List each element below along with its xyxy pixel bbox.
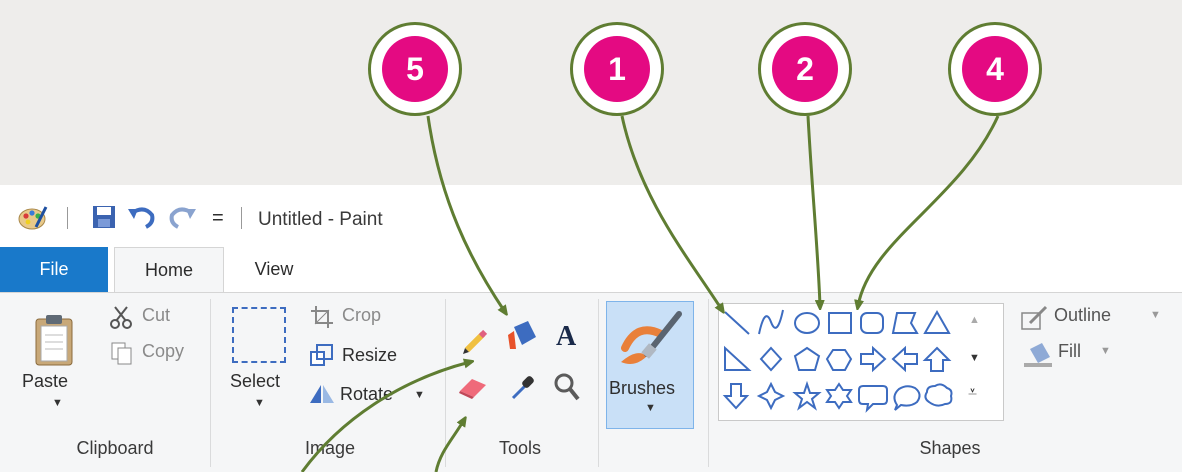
fill-button[interactable]: Fill [1058,341,1081,362]
five-point-star-shape [792,380,822,411]
group-label-tools: Tools [498,438,542,458]
callout-number: 4 [962,36,1028,102]
fill-icon[interactable] [1024,341,1052,367]
cut-icon[interactable] [110,305,132,329]
select-button[interactable]: Select [230,371,280,392]
hexagon-shape [825,349,853,371]
six-point-star-shape [825,382,853,410]
cloud-callout-shape [924,383,953,407]
group-separator [598,299,599,467]
paste-icon[interactable] [34,313,74,367]
four-point-star-shape [756,381,786,411]
outline-icon[interactable] [1020,305,1050,331]
left-arrow-shape [891,345,918,373]
ribbon-home: Paste ▼ Cut Copy Clipboard Select ▼ Crop [0,292,1182,472]
shapes-scroll-down[interactable]: ▼ [969,352,980,364]
qat-customize-button[interactable]: = [212,207,224,230]
qat-separator [67,207,68,229]
title-bar: = Untitled - Paint [0,185,1182,247]
callout-1: 1 [570,22,664,116]
curve-shape [758,309,784,335]
crop-icon[interactable] [310,305,334,329]
cut-button[interactable]: Cut [142,305,170,326]
paste-button[interactable]: Paste [22,371,68,392]
paint-window: = Untitled - Paint File Home View Paste … [0,185,1182,472]
oval-shape [794,312,820,334]
outline-button[interactable]: Outline [1054,305,1111,326]
group-label-clipboard: Clipboard [76,438,154,458]
tab-home[interactable]: Home [114,247,224,292]
oval-callout-shape [893,385,921,411]
diamond-shape [759,346,783,372]
paste-dropdown[interactable]: ▼ [52,397,63,409]
rotate-dropdown[interactable]: ▼ [414,389,425,401]
tab-view[interactable]: View [236,247,312,292]
select-dropdown[interactable]: ▼ [254,397,265,409]
right-arrow-shape [860,345,887,373]
magnifier-icon[interactable] [554,373,580,401]
redo-icon[interactable] [168,205,196,229]
outline-dropdown[interactable]: ▼ [1150,309,1161,321]
undo-icon[interactable] [128,205,156,229]
brushes-dropdown[interactable]: ▼ [645,402,656,414]
group-label-shapes: Shapes [919,438,981,458]
text-icon[interactable]: A [556,321,576,353]
callout-number: 5 [382,36,448,102]
select-icon[interactable] [232,307,286,363]
copy-button[interactable]: Copy [142,341,184,362]
brushes-button[interactable]: Brushes ▼ [606,301,694,429]
triangle-shape [923,309,951,334]
rotate-icon[interactable] [308,381,336,405]
copy-icon[interactable] [110,341,134,365]
ribbon-tabs: File Home View [0,247,1182,292]
brush-icon [621,311,682,364]
crop-button[interactable]: Crop [342,305,381,326]
shapes-scroll-up[interactable]: ▲ [969,314,980,326]
tab-file[interactable]: File [0,247,108,292]
shapes-expand[interactable]: ⩡ [968,384,977,402]
rounded-rectangle-shape [860,312,884,334]
right-triangle-shape [724,345,752,371]
callout-4: 4 [948,22,1042,116]
line-shape [724,311,750,335]
eraser-icon[interactable] [458,375,488,399]
title-separator [241,207,242,229]
save-icon[interactable] [92,205,116,229]
group-separator [708,299,709,467]
callout-2: 2 [758,22,852,116]
group-separator [445,299,446,467]
resize-button[interactable]: Resize [342,345,397,366]
rounded-callout-shape [858,385,888,413]
group-label-image: Image [304,438,356,458]
up-arrow-shape [922,346,952,372]
color-picker-icon[interactable] [510,373,536,401]
pentagon-shape [793,346,821,371]
callout-number: 1 [584,36,650,102]
fill-dropdown[interactable]: ▼ [1100,345,1111,357]
fill-bucket-icon[interactable] [506,319,538,351]
callout-5: 5 [368,22,462,116]
resize-icon[interactable] [310,343,334,367]
brushes-label: Brushes [609,378,676,398]
rotate-button[interactable]: Rotate [340,384,393,405]
shapes-grid [722,309,953,413]
polygon-shape [891,312,919,334]
shapes-gallery: ▲ ▼ ⩡ [718,303,1004,421]
down-arrow-shape [722,383,750,410]
callout-number: 2 [772,36,838,102]
paint-app-icon[interactable] [18,205,48,231]
rectangle-shape [828,312,852,334]
pencil-icon[interactable] [462,329,488,355]
group-separator [210,299,211,467]
window-title: Untitled - Paint [258,209,383,230]
